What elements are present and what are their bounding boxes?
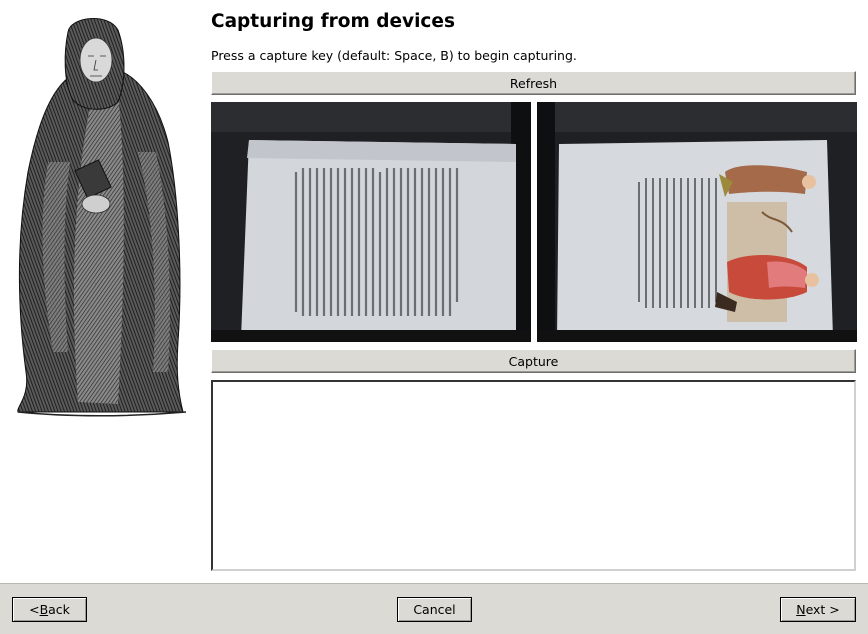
cancel-button[interactable]: Cancel (397, 597, 472, 622)
capture-log-textarea[interactable] (211, 380, 856, 571)
instructions-text: Press a capture key (default: Space, B) … (211, 48, 577, 63)
next-button[interactable]: Next > (780, 597, 856, 622)
refresh-button[interactable]: Refresh (211, 71, 856, 95)
back-button[interactable]: < Back (12, 597, 87, 622)
monk-illustration (17, 17, 187, 417)
page-title: Capturing from devices (211, 11, 455, 32)
camera-preview-right (537, 102, 857, 342)
capture-button[interactable]: Capture (211, 349, 856, 373)
camera-preview-left (211, 102, 531, 342)
wizard-button-bar: < Back Cancel Next > (0, 583, 868, 634)
